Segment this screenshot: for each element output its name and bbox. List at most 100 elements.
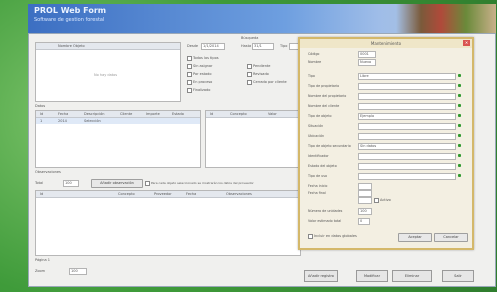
dialog-row-label-11: Identificador	[308, 154, 329, 158]
lower-table-columns: Id Concepto Proveedor Fecha Observacione…	[36, 191, 300, 198]
dialog-row-input-9[interactable]	[358, 133, 456, 140]
units-label: Número de unidades	[308, 209, 343, 213]
filter-check-right-2[interactable]	[247, 72, 252, 77]
dialog-row-input-5[interactable]	[358, 93, 456, 100]
middle-left-header: Datos	[35, 104, 46, 108]
active-checkbox[interactable]	[374, 198, 379, 203]
dialog-row-label-6: Nombre del cliente	[308, 104, 340, 108]
filter-label-2: Sin asignar	[193, 64, 213, 68]
dialog-row-label-7: Tipo de objeto	[308, 114, 332, 118]
app-title: PROL Web Form	[34, 6, 107, 15]
lookup-icon[interactable]	[458, 104, 461, 107]
filter-check-2[interactable]	[187, 64, 192, 69]
filter-label-right-2: Revisado	[253, 72, 269, 76]
cancel-button[interactable]: Cancelar	[434, 233, 468, 242]
to-date-input[interactable]: 31/1	[252, 43, 274, 50]
to-label: Hasta	[241, 44, 252, 48]
filter-label-right-3: Cerrado por cliente	[253, 80, 287, 84]
delete-button[interactable]: Eliminar	[392, 270, 432, 282]
dialog-row-label-1: Código	[308, 52, 320, 56]
exit-button[interactable]: Salir	[442, 270, 474, 282]
filter-check-right-1[interactable]	[247, 64, 252, 69]
close-icon[interactable]: ✕	[463, 40, 470, 46]
add-observation-button[interactable]: Añadir observación	[91, 179, 143, 188]
filter-check-5[interactable]	[187, 88, 192, 93]
middle-left-table[interactable]: Id Fecha Descripción Cliente Importe Est…	[35, 110, 201, 168]
from-label: Desde	[187, 44, 199, 48]
filter-label-3: Por estado	[193, 72, 212, 76]
upper-list-empty: No hay datos	[94, 73, 118, 77]
lookup-icon[interactable]	[458, 164, 461, 167]
banner-photo	[396, 4, 496, 34]
tipo-label: Tipo	[280, 44, 288, 48]
lookup-icon[interactable]	[458, 144, 461, 147]
global-data-checkbox[interactable]	[308, 234, 313, 239]
dialog-row-input-2[interactable]: Nuevo	[358, 59, 376, 66]
dialog-title: Mantenimiento	[300, 39, 472, 48]
filter-check-4[interactable]	[187, 80, 192, 85]
duration-input[interactable]	[358, 197, 372, 204]
dialog-row-label-4: Tipo de propietario	[308, 84, 340, 88]
dialog-row-input-8[interactable]	[358, 123, 456, 130]
lookup-icon[interactable]	[458, 154, 461, 157]
filter-label-1: Todos los tipos	[193, 56, 219, 60]
lookup-icon[interactable]	[458, 174, 461, 177]
dialog-row-input-13[interactable]	[358, 173, 456, 180]
zoom-label: Zoom	[35, 269, 46, 273]
dialog-row-input-14[interactable]	[358, 183, 372, 190]
dialog-row-label-2: Nombre	[308, 60, 322, 64]
dialog-row-input-1[interactable]: 0001	[358, 51, 376, 58]
dialog-row-label-13: Tipo de uso	[308, 174, 327, 178]
filter-check-right-3[interactable]	[247, 80, 252, 85]
dialog-row-input-10[interactable]: Sin datos	[358, 143, 456, 150]
filter-check-3[interactable]	[187, 72, 192, 77]
lookup-icon[interactable]	[458, 94, 461, 97]
lookup-icon[interactable]	[458, 74, 461, 77]
upper-list[interactable]: Nombre Objeto No hay datos	[35, 42, 181, 102]
middle-left-columns: Id Fecha Descripción Cliente Importe Est…	[36, 111, 200, 118]
dialog-row-label-3: Tipo	[308, 74, 315, 78]
dialog-row-label-15: Fecha final	[308, 191, 326, 195]
middle-right-table[interactable]: Id Concepto Valor	[205, 110, 301, 168]
add-record-button[interactable]: Añadir registro	[304, 270, 338, 282]
dialog-row-label-12: Estado del objeto	[308, 164, 337, 168]
from-date-input[interactable]: 1/1/2014	[201, 43, 225, 50]
estimated-value-label: Valor estimado total	[308, 219, 342, 223]
dialog-row-input-11[interactable]	[358, 153, 456, 160]
filter-check-1[interactable]	[187, 56, 192, 61]
dialog-row-input-4[interactable]	[358, 83, 456, 90]
count-input[interactable]: 100	[63, 180, 79, 187]
lower-hint: Para cada objeto seleccionado se mostrar…	[151, 181, 254, 185]
units-input[interactable]: 100	[358, 208, 372, 215]
active-label: Activo	[380, 198, 391, 202]
filter-label-5: Finalizado	[193, 88, 211, 92]
dialog-row-label-10: Tipo de objeto secundario	[308, 144, 351, 148]
upper-list-header: Nombre Objeto	[36, 43, 180, 50]
accept-button[interactable]: Aceptar	[398, 233, 432, 242]
dialog-row-label-5: Nombre del propietario	[308, 94, 347, 98]
lower-table[interactable]: Id Concepto Proveedor Fecha Observacione…	[35, 190, 301, 256]
filter-label-right-1: Pendiente	[253, 64, 271, 68]
lookup-icon[interactable]	[458, 84, 461, 87]
dialog-row-label-9: Ubicación	[308, 134, 325, 138]
dialog-row-input-3[interactable]: Libre	[358, 73, 456, 80]
modify-button[interactable]: Modificar	[356, 270, 388, 282]
dialog-row-label-14: Fecha inicio	[308, 184, 328, 188]
search-title: Búsqueda	[241, 36, 259, 40]
dialog-row-input-12[interactable]	[358, 163, 456, 170]
estimated-value-input[interactable]: 0	[358, 218, 370, 225]
maintenance-dialog: Mantenimiento ✕ Código 0001 Nombre Nuevo…	[298, 37, 474, 250]
dialog-row-input-15[interactable]	[358, 190, 372, 197]
dialog-row-label-8: Situación	[308, 124, 324, 128]
app-subtitle: Software de gestion forestal	[34, 17, 105, 23]
dialog-row-input-7[interactable]: Ejemplo	[358, 113, 456, 120]
zoom-input[interactable]: 100	[69, 268, 87, 275]
status-left: Página 1	[35, 258, 50, 262]
lookup-icon[interactable]	[458, 124, 461, 127]
lookup-icon[interactable]	[458, 114, 461, 117]
dialog-row-input-6[interactable]	[358, 103, 456, 110]
lookup-icon[interactable]	[458, 134, 461, 137]
middle-right-columns: Id Concepto Valor	[206, 111, 300, 118]
hint-checkbox[interactable]	[145, 181, 150, 186]
table-row[interactable]: 1 2014 Selección	[36, 118, 200, 124]
